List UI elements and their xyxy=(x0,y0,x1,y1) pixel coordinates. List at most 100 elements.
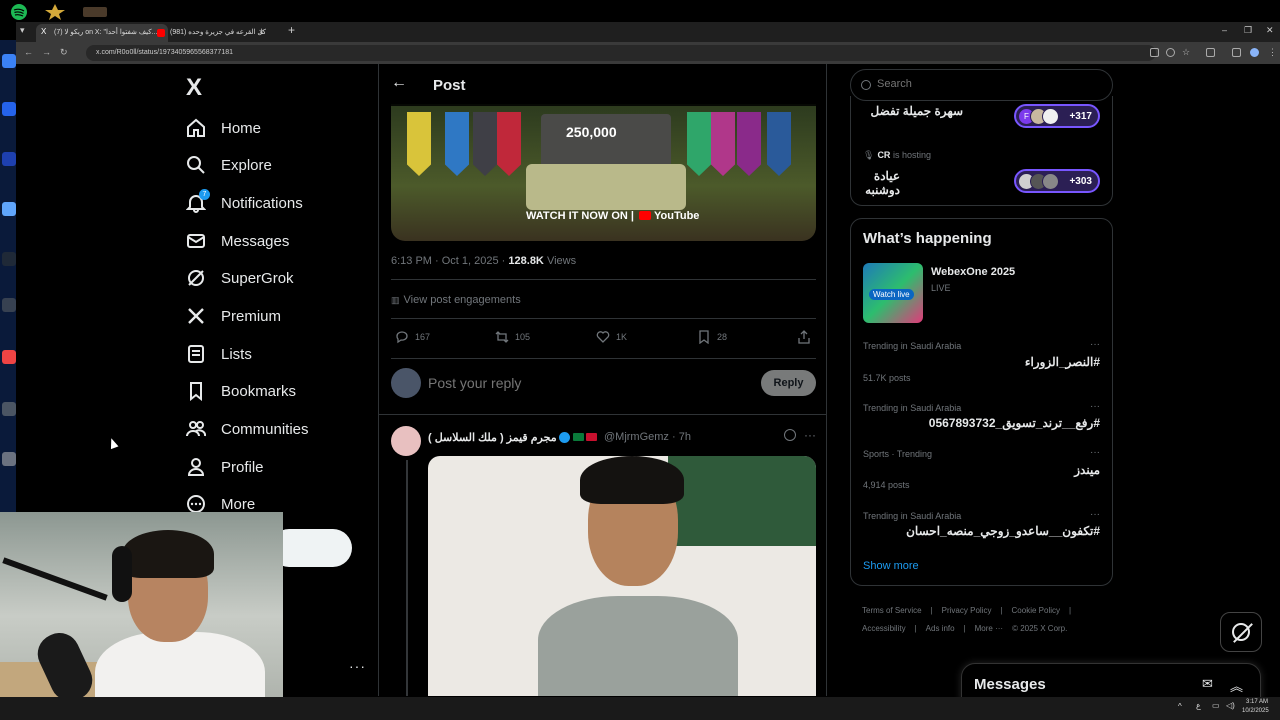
star-icon[interactable]: ☆ xyxy=(1182,47,1190,58)
nav-premium[interactable]: Premium xyxy=(186,304,281,328)
event-title[interactable]: WebexOne 2025 xyxy=(931,266,1015,278)
bar-chart-icon: ▥ xyxy=(391,295,400,305)
desktop-shortcut-icon[interactable] xyxy=(2,252,16,266)
desktop-shortcut-icon[interactable] xyxy=(2,54,16,68)
repost-action[interactable]: 105 xyxy=(495,330,530,344)
search-icon xyxy=(861,80,871,90)
more-options-icon[interactable]: ··· xyxy=(1090,509,1100,520)
expand-icon[interactable]: ︽ xyxy=(1230,676,1243,695)
language-indicator[interactable]: ع xyxy=(1196,701,1201,710)
space-join-pill[interactable]: +303 xyxy=(1014,169,1100,193)
reply-action[interactable]: 167 xyxy=(395,330,430,344)
back-icon[interactable]: ← xyxy=(24,47,33,57)
nav-communities[interactable]: Communities xyxy=(186,417,309,441)
avatar xyxy=(1042,173,1059,190)
ads-info-link[interactable]: Ads info xyxy=(926,624,955,633)
profile-avatar-icon[interactable] xyxy=(1250,48,1259,57)
grok-icon xyxy=(186,268,206,288)
flag-icon xyxy=(585,433,597,441)
volume-icon[interactable]: ◁) xyxy=(1226,701,1235,710)
event-thumbnail[interactable]: Watch live xyxy=(863,263,923,323)
forward-icon[interactable]: → xyxy=(42,47,51,57)
back-arrow-icon[interactable]: ← xyxy=(391,74,407,92)
tab-x-post[interactable]: X (7) ريكو لا on X: "كيف شفتوا أحدا... × xyxy=(36,24,168,42)
desktop-shortcut-icon[interactable] xyxy=(2,298,16,312)
accessibility-link[interactable]: Accessibility xyxy=(862,624,906,633)
author-handle[interactable]: @MjrmGemz · 7h xyxy=(604,431,691,443)
search-input[interactable] xyxy=(877,78,1097,90)
reply-input[interactable] xyxy=(428,375,728,391)
more-link[interactable]: More ··· xyxy=(975,624,1003,633)
maximize-icon[interactable]: ❐ xyxy=(1244,25,1252,36)
new-tab-button[interactable]: + xyxy=(288,23,295,37)
reply-button[interactable]: Reply xyxy=(761,370,816,396)
cast-icon[interactable] xyxy=(1150,48,1159,57)
more-options-icon[interactable]: ··· xyxy=(1090,401,1100,412)
list-icon xyxy=(186,344,206,364)
view-engagements-link[interactable]: ▥ View post engagements xyxy=(391,294,521,306)
envelope-icon xyxy=(186,231,206,251)
extensions-icon[interactable] xyxy=(1206,48,1215,57)
address-bar[interactable]: x.com/R0o0ll/status/1973405965568377181 xyxy=(86,45,1156,61)
tab-search-icon[interactable]: ▾ xyxy=(20,25,25,36)
more-options-icon[interactable]: ··· xyxy=(804,428,816,442)
nav-supergrok[interactable]: SuperGrok xyxy=(186,266,294,290)
more-options-icon[interactable]: ··· xyxy=(1090,339,1100,350)
reply-author[interactable]: مجرم قيمز ( ملك السلاسل ) xyxy=(428,431,598,444)
sidebar-icon[interactable] xyxy=(1232,48,1241,57)
like-action[interactable]: 1K xyxy=(596,330,627,344)
nav-profile[interactable]: Profile xyxy=(186,455,264,479)
desktop-shortcut-icon[interactable] xyxy=(2,402,16,416)
desktop-shortcut-icon[interactable] xyxy=(2,452,16,466)
bookmark-action[interactable]: 28 xyxy=(697,330,727,345)
nav-label: Home xyxy=(221,119,262,137)
terms-link[interactable]: Terms of Service xyxy=(862,606,922,615)
avatar[interactable] xyxy=(391,426,421,456)
spotify-icon[interactable] xyxy=(8,3,30,21)
close-window-icon[interactable]: ✕ xyxy=(1266,25,1274,36)
reply-media-image[interactable] xyxy=(428,456,816,696)
reload-icon[interactable]: ↻ xyxy=(60,47,68,58)
privacy-link[interactable]: Privacy Policy xyxy=(942,606,992,615)
account-menu-icon[interactable]: ··· xyxy=(349,658,366,674)
game-icon[interactable] xyxy=(44,3,66,21)
network-icon[interactable]: ▭ xyxy=(1212,701,1220,710)
desktop-shortcut-icon[interactable] xyxy=(2,152,16,166)
menu-icon[interactable]: ⋮ xyxy=(1268,47,1277,58)
like-count: 1K xyxy=(616,332,628,342)
new-message-icon[interactable]: ✉ xyxy=(1202,676,1213,692)
space-join-pill[interactable]: F +317 xyxy=(1014,104,1100,128)
clock-time[interactable]: 3:17 AM xyxy=(1246,699,1268,705)
clock-date[interactable]: 10/2/2025 xyxy=(1242,708,1269,714)
desktop-shortcut-icon[interactable] xyxy=(2,102,16,116)
tray-chevron-icon[interactable]: ^ xyxy=(1178,702,1182,711)
minimize-icon[interactable]: – xyxy=(1222,25,1227,35)
cookie-link[interactable]: Cookie Policy xyxy=(1012,606,1060,615)
show-more-link[interactable]: Show more xyxy=(863,560,919,572)
app-icon[interactable] xyxy=(82,3,108,21)
share-action[interactable] xyxy=(797,330,817,344)
space-title[interactable]: سهرة جميلة تفضل xyxy=(871,104,963,118)
nav-messages[interactable]: Messages xyxy=(186,229,289,253)
person-icon xyxy=(186,457,206,477)
more-options-icon[interactable]: ··· xyxy=(1090,447,1100,458)
desktop-shortcut-icon[interactable] xyxy=(2,202,16,216)
nav-lists[interactable]: Lists xyxy=(186,342,252,366)
desktop-shortcut-icon[interactable] xyxy=(2,350,16,364)
nav-home[interactable]: Home xyxy=(186,116,261,140)
tab-close-icon[interactable]: × xyxy=(259,27,264,37)
nav-bookmarks[interactable]: Bookmarks xyxy=(186,379,296,403)
grok-icon[interactable] xyxy=(784,429,796,441)
post-timestamp[interactable]: 6:13 PM · Oct 1, 2025 · xyxy=(391,255,505,267)
post-header: ← Post xyxy=(379,64,826,106)
avatar[interactable] xyxy=(391,368,421,398)
nav-label: Messages xyxy=(221,232,290,250)
tab-youtube[interactable]: (981) كل القرعه في جزيرة وحده × xyxy=(152,24,268,42)
post-media-image[interactable]: 250,000 WATCH IT NOW ON | YouTube xyxy=(391,104,816,241)
x-logo-icon[interactable]: X xyxy=(186,74,202,102)
zoom-icon[interactable] xyxy=(1166,48,1175,57)
space-title[interactable]: عيادة دوشنبه xyxy=(851,169,900,197)
nav-explore[interactable]: Explore xyxy=(186,153,272,177)
nav-notifications[interactable]: 7 Notifications xyxy=(185,189,303,215)
grok-button[interactable] xyxy=(1220,612,1262,652)
